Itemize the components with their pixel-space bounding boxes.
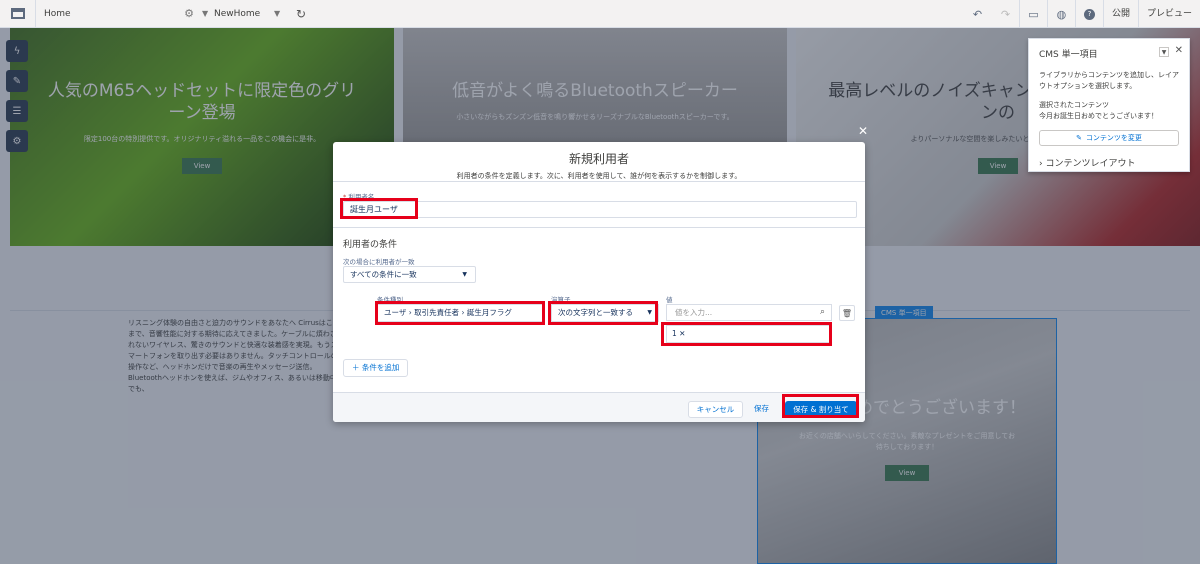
change-content-button[interactable]: ✎ コンテンツを変更 bbox=[1039, 130, 1179, 146]
save-button[interactable]: 保存 bbox=[749, 401, 774, 418]
cms-panel-title: CMS 単一項目 bbox=[1039, 50, 1098, 60]
value-input[interactable]: 値を入力... ⌕ bbox=[666, 304, 832, 321]
match-select[interactable]: すべての条件に一致 ▼ bbox=[343, 266, 476, 283]
site-name[interactable]: Home bbox=[36, 0, 176, 28]
modal-title: 新規利用者 bbox=[568, 152, 629, 166]
modal-header: 新規利用者 利用者の条件を定義します。次に、利用者を使用して、誰が何を表示するか… bbox=[333, 142, 865, 182]
divider bbox=[333, 227, 865, 228]
builder-topbar: Home ⚙ ▼ NewHome ▼ ↻ ↶ ↷ ▭ ◍ ? 公開 プレビュー bbox=[0, 0, 1200, 28]
match-label: 次の場合に利用者が一致 bbox=[343, 258, 415, 266]
modal-subtitle: 利用者の条件を定義します。次に、利用者を使用して、誰が何を表示するかを制御します… bbox=[456, 172, 742, 180]
audience-name-label: * 利用者名 bbox=[343, 193, 375, 201]
globe-icon[interactable]: ◍ bbox=[1046, 0, 1075, 28]
chevron-down-icon[interactable]: ▼ bbox=[202, 9, 214, 18]
undo-icon[interactable]: ↶ bbox=[963, 0, 991, 28]
cms-property-panel: CMS 単一項目 ▼ ✕ ライブラリからコンテンツを追加し、レイアウトオプション… bbox=[1028, 38, 1190, 172]
change-content-label: コンテンツを変更 bbox=[1085, 134, 1142, 142]
condition-type-field[interactable]: ユーザ › 取引先責任者 › 誕生月フラグ bbox=[377, 304, 545, 322]
preview-button[interactable]: プレビュー bbox=[1137, 0, 1200, 28]
value-placeholder: 値を入力... bbox=[675, 308, 713, 317]
panel-close-icon[interactable]: ✕ bbox=[1175, 45, 1183, 56]
save-and-assign-button[interactable]: 保存 & 割り当て bbox=[785, 401, 857, 418]
add-condition-button[interactable]: ＋ 条件を追加 bbox=[343, 359, 409, 377]
operator-label: 演算子 bbox=[551, 296, 571, 304]
modal-footer: キャンセル 保存 保存 & 割り当て bbox=[333, 392, 865, 422]
refresh-icon[interactable]: ↻ bbox=[286, 7, 316, 21]
gear-icon[interactable]: ⚙ bbox=[176, 7, 202, 20]
page-chevron-down-icon[interactable]: ▼ bbox=[274, 9, 286, 18]
app-menu-icon[interactable] bbox=[0, 0, 36, 28]
new-audience-modal: 新規利用者 利用者の条件を定義します。次に、利用者を使用して、誰が何を表示するか… bbox=[333, 142, 865, 422]
selected-content-value: 今月お誕生日おめでとうございます！ bbox=[1039, 112, 1158, 120]
desktop-icon[interactable]: ▭ bbox=[1018, 0, 1047, 28]
selected-values: 1 ✕ bbox=[666, 325, 832, 343]
delete-condition-icon[interactable]: 🗑 bbox=[839, 305, 855, 321]
content-layout-label: コンテンツレイアウト bbox=[1045, 159, 1136, 169]
operator-value: 次の文字列と一致する bbox=[558, 308, 633, 317]
value-label: 値 bbox=[666, 296, 673, 304]
content-layout-section[interactable]: › コンテンツレイアウト bbox=[1039, 156, 1179, 169]
publish-button[interactable]: 公開 bbox=[1102, 0, 1138, 28]
audience-name-input[interactable]: 誕生月ユーザ bbox=[343, 201, 857, 218]
page-selector[interactable]: NewHome bbox=[214, 0, 274, 28]
cancel-button[interactable]: キャンセル bbox=[688, 401, 743, 418]
operator-select[interactable]: 次の文字列と一致する ▼ bbox=[551, 304, 659, 322]
match-select-value: すべての条件に一致 bbox=[350, 270, 417, 279]
plus-icon: ＋ bbox=[352, 363, 360, 372]
chevron-down-icon: ▼ bbox=[647, 309, 652, 316]
panel-chevron-down-icon[interactable]: ▼ bbox=[1159, 47, 1169, 57]
search-icon: ⌕ bbox=[819, 307, 825, 317]
help-icon[interactable]: ? bbox=[1074, 0, 1103, 28]
selected-content: 選択されたコンテンツ 今月お誕生日おめでとうございます！ bbox=[1039, 100, 1179, 122]
value-pill[interactable]: 1 ✕ bbox=[672, 329, 685, 338]
pencil-icon: ✎ bbox=[1076, 134, 1082, 142]
add-condition-label: 条件を追加 bbox=[361, 363, 400, 372]
chevron-right-icon: › bbox=[1039, 159, 1043, 169]
selected-content-label: 選択されたコンテンツ bbox=[1039, 101, 1109, 109]
close-icon[interactable]: ✕ bbox=[858, 124, 868, 138]
condition-type-label: 条件種別 bbox=[377, 296, 403, 304]
cms-description: ライブラリからコンテンツを追加し、レイアウトオプションを選択します。 bbox=[1039, 71, 1179, 90]
redo-icon[interactable]: ↷ bbox=[991, 0, 1019, 28]
conditions-section-title: 利用者の条件 bbox=[343, 240, 398, 250]
chevron-down-icon: ▼ bbox=[462, 271, 467, 278]
